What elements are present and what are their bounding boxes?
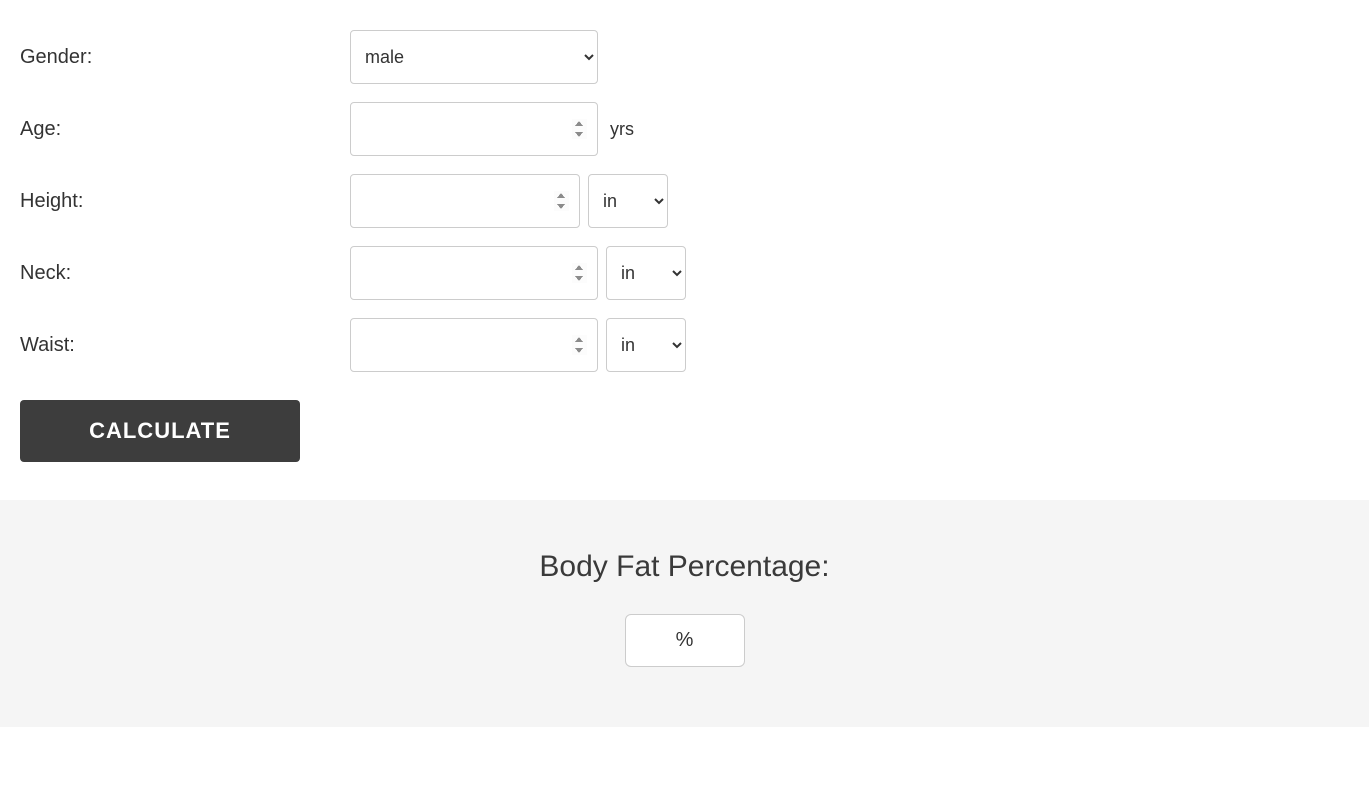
age-unit-label: yrs xyxy=(610,119,634,140)
waist-row: Waist: in cm xyxy=(20,318,1349,372)
button-row: CALCULATE xyxy=(20,390,1349,462)
waist-label: Waist: xyxy=(20,334,350,357)
gender-row: Gender: male female xyxy=(20,30,1349,84)
neck-unit-select[interactable]: in cm xyxy=(606,246,686,300)
age-row: Age: yrs xyxy=(20,102,1349,156)
height-unit-select[interactable]: in cm xyxy=(588,174,668,228)
neck-row: Neck: in cm xyxy=(20,246,1349,300)
waist-input[interactable] xyxy=(350,318,598,372)
height-label: Height: xyxy=(20,190,350,213)
neck-input[interactable] xyxy=(350,246,598,300)
gender-select[interactable]: male female xyxy=(350,30,598,84)
result-section: Body Fat Percentage: % xyxy=(0,500,1369,727)
height-input[interactable] xyxy=(350,174,580,228)
height-row: Height: in cm xyxy=(20,174,1349,228)
age-label: Age: xyxy=(20,118,350,141)
result-value: % xyxy=(625,614,745,667)
calculate-button[interactable]: CALCULATE xyxy=(20,400,300,462)
age-input[interactable] xyxy=(350,102,598,156)
form-section: Gender: male female Age: yrs Height: in … xyxy=(0,0,1369,500)
waist-unit-select[interactable]: in cm xyxy=(606,318,686,372)
gender-label: Gender: xyxy=(20,46,350,69)
neck-label: Neck: xyxy=(20,262,350,285)
result-title: Body Fat Percentage: xyxy=(539,550,829,584)
